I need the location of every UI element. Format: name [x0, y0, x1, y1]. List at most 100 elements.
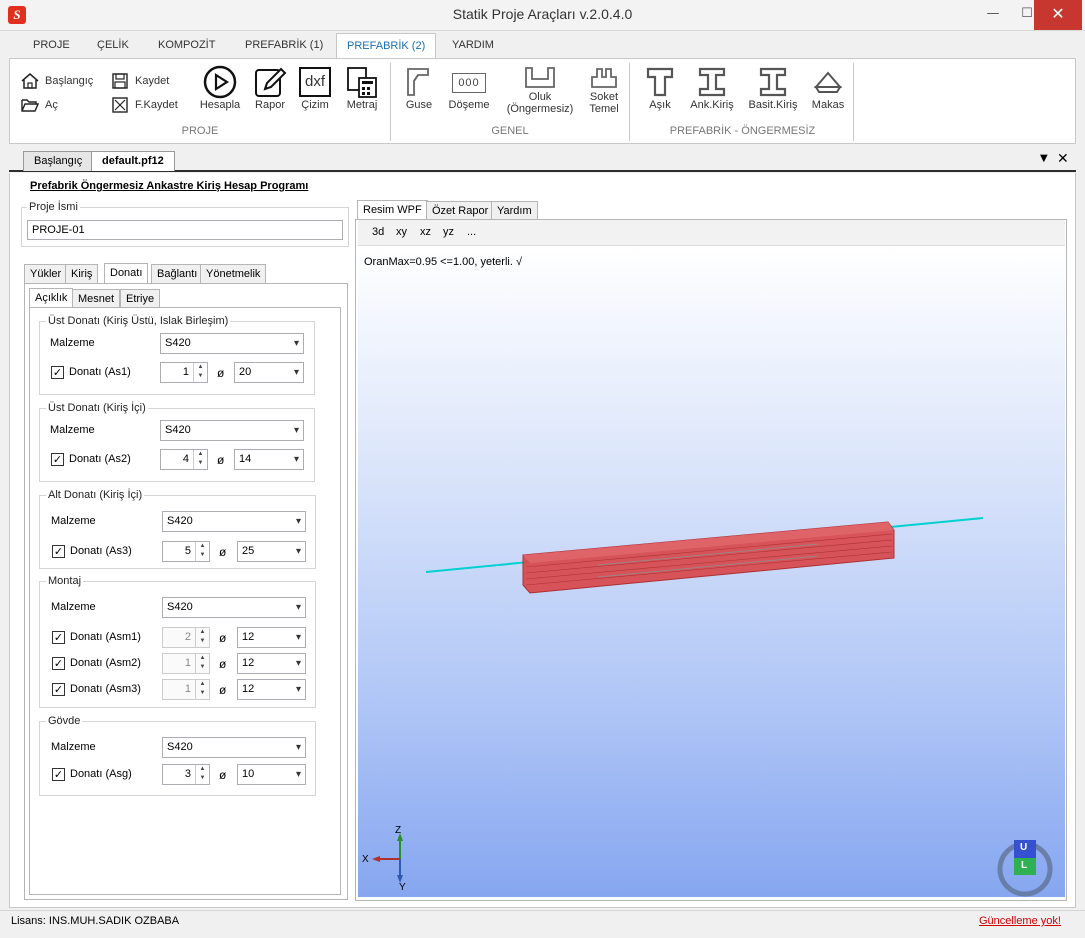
- ribbon-tab-bar: PROJE ÇELİK KOMPOZİT PREFABRİK (1) PREFA…: [9, 33, 1076, 59]
- folder-open-icon: [21, 99, 39, 112]
- basit-kiris-button[interactable]: Basit.Kiriş: [743, 65, 803, 111]
- donati-asm3-count[interactable]: 1 ▲ ▼: [162, 679, 210, 700]
- kaydet-button[interactable]: Kaydet: [111, 73, 169, 89]
- donati-asm1-diameter[interactable]: 12 ▾: [237, 627, 306, 648]
- view-more-button[interactable]: ...: [467, 226, 476, 238]
- tab-etriye[interactable]: Etriye: [120, 289, 161, 309]
- donati-asm1-count[interactable]: 2 ▲ ▼: [162, 627, 210, 648]
- baslangic-button[interactable]: Başlangıç: [21, 73, 93, 89]
- spin-arrows-icon[interactable]: ▲ ▼: [195, 542, 209, 561]
- malzeme-select-as3[interactable]: S420 ▾: [162, 511, 306, 532]
- tab-yardim-viewer[interactable]: Yardım: [491, 201, 538, 221]
- donati-asm3-diameter[interactable]: 12 ▾: [237, 679, 306, 700]
- genel-group-label: GENEL: [491, 125, 529, 137]
- soket-temel-button[interactable]: Soket Temel: [584, 65, 624, 115]
- tab-yonetmelik[interactable]: Yönetmelik: [200, 264, 267, 284]
- malzeme-label: Malzeme: [50, 424, 95, 436]
- spin-arrows-icon[interactable]: ▲ ▼: [195, 628, 209, 647]
- donati-as1-diameter[interactable]: 20 ▾: [234, 362, 304, 383]
- dropdown-arrow-icon: ▾: [295, 769, 301, 780]
- basit-kiris-icon: [759, 67, 787, 97]
- donati-as2-count[interactable]: 4 ▲ ▼: [160, 449, 208, 470]
- tab-proje[interactable]: PROJE: [23, 33, 80, 59]
- donati-asm2-count[interactable]: 1 ▲ ▼: [162, 653, 210, 674]
- donati-asm2-checkbox[interactable]: ✓: [52, 657, 65, 670]
- tab-donati[interactable]: Donatı: [104, 263, 149, 284]
- donati-asm3-label: Donatı (Asm3): [70, 683, 141, 695]
- malzeme-select-as1[interactable]: S420 ▾: [160, 333, 304, 354]
- tab-resim-wpf[interactable]: Resim WPF: [357, 200, 428, 221]
- dxf-icon: dxf: [299, 67, 331, 97]
- donati-asg-count[interactable]: 3 ▲ ▼: [162, 764, 210, 785]
- nav-cube-front-label[interactable]: L: [1021, 860, 1027, 871]
- doc-tab-default-pf12[interactable]: default.pf12: [91, 151, 175, 171]
- minimize-button[interactable]: —: [976, 0, 1010, 30]
- fkaydet-button[interactable]: F.Kaydet: [111, 97, 178, 113]
- nav-cube-top-label[interactable]: U: [1020, 842, 1027, 853]
- donati-asm3-checkbox[interactable]: ✓: [52, 683, 65, 696]
- spin-arrows-icon[interactable]: ▲ ▼: [193, 450, 207, 469]
- cizim-button[interactable]: dxf Çizim: [297, 65, 333, 111]
- malzeme-select-montaj[interactable]: S420 ▾: [162, 597, 306, 618]
- hesapla-button[interactable]: Hesapla: [198, 65, 242, 111]
- makas-button[interactable]: Makas: [806, 65, 850, 111]
- close-icon[interactable]: ✕: [1057, 151, 1069, 167]
- ank-kiris-button[interactable]: Ank.Kiriş: [686, 65, 738, 111]
- tab-prefabrik-1[interactable]: PREFABRİK (1): [235, 33, 333, 59]
- spin-arrows-icon[interactable]: ▲ ▼: [195, 654, 209, 673]
- malzeme-select-as2[interactable]: S420 ▾: [160, 420, 304, 441]
- metraj-button[interactable]: Metraj: [340, 65, 384, 111]
- tab-kompozit[interactable]: KOMPOZİT: [148, 33, 225, 59]
- donati-as1-checkbox[interactable]: ✓: [51, 366, 64, 379]
- 3d-viewport[interactable]: [358, 247, 1065, 897]
- tab-prefabrik-2[interactable]: PREFABRİK (2): [336, 33, 437, 59]
- view-xy-button[interactable]: xy: [396, 226, 407, 238]
- tab-ozet-rapor[interactable]: Özet Rapor: [426, 201, 495, 221]
- view-yz-button[interactable]: yz: [443, 226, 454, 238]
- spin-arrows-icon[interactable]: ▲ ▼: [195, 765, 209, 784]
- tab-yardim[interactable]: YARDIM: [442, 33, 504, 59]
- chevron-down-icon[interactable]: ▼: [1040, 153, 1048, 164]
- donati-as1-count[interactable]: 1 ▲ ▼: [160, 362, 208, 383]
- spin-arrows-icon[interactable]: ▲ ▼: [193, 363, 207, 382]
- donati-as2-diameter[interactable]: 14 ▾: [234, 449, 304, 470]
- spin-arrows-icon[interactable]: ▲ ▼: [195, 680, 209, 699]
- donati-asg-checkbox[interactable]: ✓: [52, 768, 65, 781]
- diameter-symbol: ø: [219, 657, 227, 671]
- tab-celik[interactable]: ÇELİK: [87, 33, 139, 59]
- makas-icon: [813, 71, 843, 93]
- donati-as2-checkbox[interactable]: ✓: [51, 453, 64, 466]
- donati-as3-count[interactable]: 5 ▲ ▼: [162, 541, 210, 562]
- doc-tab-baslangic[interactable]: Başlangıç: [23, 151, 94, 171]
- guse-button[interactable]: Guse: [402, 65, 436, 111]
- malzeme-select-govde[interactable]: S420 ▾: [162, 737, 306, 758]
- rapor-button[interactable]: Rapor: [248, 65, 292, 111]
- tab-yukler[interactable]: Yükler: [24, 264, 68, 284]
- view-xz-button[interactable]: xz: [420, 226, 431, 238]
- oluk-button[interactable]: Oluk (Öngermesiz): [504, 65, 576, 115]
- tab-aciklik[interactable]: Açıklık: [29, 288, 74, 309]
- malzeme-label: Malzeme: [50, 337, 95, 349]
- tab-baglanti[interactable]: Bağlantı: [151, 264, 204, 284]
- license-text: Lisans: INS.MUH.SADIK OZBABA: [11, 915, 180, 927]
- close-button[interactable]: ✕: [1034, 0, 1082, 30]
- donati-as3-diameter[interactable]: 25 ▾: [237, 541, 306, 562]
- donati-asm1-checkbox[interactable]: ✓: [52, 631, 65, 644]
- proje-isim-input[interactable]: PROJE-01: [27, 220, 343, 240]
- doseme-button[interactable]: 000 Döşeme: [446, 65, 492, 111]
- viewer-tab-bar: Resim WPF Özet Rapor Yardım: [357, 200, 557, 221]
- axis-y-label: Y: [399, 882, 406, 893]
- donati-asg-diameter[interactable]: 10 ▾: [237, 764, 306, 785]
- update-link[interactable]: Güncelleme yok!: [979, 915, 1061, 927]
- donati-asm2-diameter[interactable]: 12 ▾: [237, 653, 306, 674]
- asik-button[interactable]: Aşık: [640, 65, 680, 111]
- ac-button[interactable]: Aç: [21, 97, 58, 113]
- donati-as3-checkbox[interactable]: ✓: [52, 545, 65, 558]
- prefabrik-group-label: PREFABRİK - ÖNGERMESİZ: [669, 125, 816, 137]
- diameter-symbol: ø: [219, 545, 227, 559]
- tab-mesnet[interactable]: Mesnet: [72, 289, 121, 309]
- ust-donati-1-title: Üst Donatı (Kiriş Üstü, Islak Birleşim): [46, 315, 231, 327]
- tab-kiris[interactable]: Kiriş: [65, 264, 99, 284]
- ribbon-separator: [629, 63, 630, 141]
- view-3d-button[interactable]: 3d: [372, 226, 384, 238]
